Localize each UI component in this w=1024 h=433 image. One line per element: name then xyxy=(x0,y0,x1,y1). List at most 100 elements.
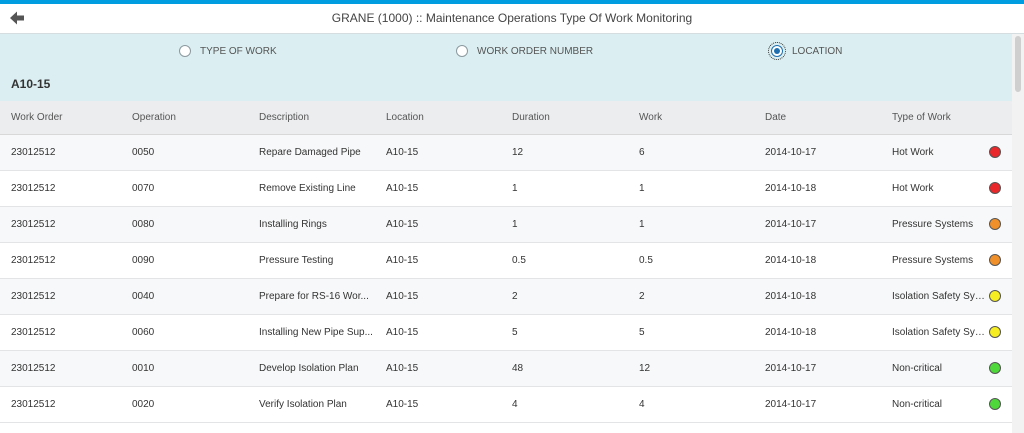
table-row[interactable]: 23012512 0070 Remove Existing Line A10-15 1 1… xyxy=(0,170,1012,207)
status-dot-icon xyxy=(989,146,1001,158)
type-of-work-label: Pressure Systems xyxy=(892,255,974,266)
cell-work-order: 23012512 xyxy=(0,134,121,171)
type-of-work-label: Hot Work xyxy=(892,147,934,158)
table-row[interactable]: 23012512 0050 Repare Damaged Pipe A10-15 12 6… xyxy=(0,134,1012,171)
status-dot-icon xyxy=(989,362,1001,374)
app-header: GRANE (1000) :: Maintenance Operations T… xyxy=(0,4,1024,34)
radio-work-order-number[interactable]: WORK ORDER NUMBER xyxy=(456,43,593,59)
status-dot-icon xyxy=(989,218,1001,230)
status-dot-icon xyxy=(989,326,1001,338)
cell-description: Verify Isolation Plan xyxy=(248,386,375,423)
column-header-duration[interactable]: Duration xyxy=(501,101,628,135)
column-header-description[interactable]: Description xyxy=(248,101,375,135)
cell-duration: 12 xyxy=(501,134,628,171)
cell-duration: 1 xyxy=(501,206,628,243)
type-of-work-label: Non-critical xyxy=(892,399,943,410)
column-header-operation[interactable]: Operation xyxy=(121,101,248,135)
cell-work: 6 xyxy=(628,134,754,171)
type-of-work-label: Isolation Safety Sys... xyxy=(892,291,988,302)
cell-operation: 0010 xyxy=(121,350,248,387)
radio-type-of-work[interactable]: TYPE OF WORK xyxy=(179,43,277,59)
cell-type-of-work: Hot Work xyxy=(881,170,1012,207)
status-dot-icon xyxy=(989,290,1001,302)
cell-work: 0.5 xyxy=(628,242,754,279)
cell-date: 2014-10-17 xyxy=(754,206,881,243)
radio-circle[interactable] xyxy=(456,45,468,57)
cell-description: Develop Isolation Plan xyxy=(248,350,375,387)
type-of-work-label: Pressure Systems xyxy=(892,219,974,230)
cell-type-of-work: Non-critical xyxy=(881,350,1012,387)
column-header-location[interactable]: Location xyxy=(375,101,501,135)
cell-location: A10-15 xyxy=(375,206,501,243)
type-of-work-label: Isolation Safety Sys... xyxy=(892,327,988,338)
cell-location: A10-15 xyxy=(375,242,501,279)
cell-description: Remove Existing Line xyxy=(248,170,375,207)
cell-work: 1 xyxy=(628,170,754,207)
cell-work: 4 xyxy=(628,386,754,423)
cell-duration: 1 xyxy=(501,170,628,207)
cell-duration: 2 xyxy=(501,278,628,315)
cell-operation: 0020 xyxy=(121,386,248,423)
cell-operation: 0040 xyxy=(121,278,248,315)
cell-description: Installing New Pipe Sup... xyxy=(248,314,375,351)
vertical-scrollbar[interactable] xyxy=(1012,34,1024,433)
table-row[interactable]: 23012512 0010 Develop Isolation Plan A10-15… xyxy=(0,350,1012,387)
radio-circle-selected[interactable] xyxy=(768,42,786,60)
status-dot-icon xyxy=(989,254,1001,266)
cell-work-order: 23012512 xyxy=(0,386,121,423)
cell-date: 2014-10-18 xyxy=(754,314,881,351)
cell-work: 5 xyxy=(628,314,754,351)
table-row[interactable]: 23012512 0020 Verify Isolation Plan A10-15 4… xyxy=(0,386,1012,423)
cell-date: 2014-10-17 xyxy=(754,386,881,423)
location-heading: A10-15 xyxy=(11,77,51,91)
cell-date: 2014-10-18 xyxy=(754,278,881,315)
cell-work: 1 xyxy=(628,206,754,243)
radio-label: TYPE OF WORK xyxy=(200,45,277,57)
cell-operation: 0090 xyxy=(121,242,248,279)
status-dot-icon xyxy=(989,182,1001,194)
cell-type-of-work: Pressure Systems xyxy=(881,206,1012,243)
cell-operation: 0050 xyxy=(121,134,248,171)
cell-location: A10-15 xyxy=(375,350,501,387)
cell-operation: 0070 xyxy=(121,170,248,207)
table-row[interactable]: 23012512 0060 Installing New Pipe Sup... A1… xyxy=(0,314,1012,351)
radio-location[interactable]: LOCATION xyxy=(768,42,843,60)
cell-operation: 0080 xyxy=(121,206,248,243)
cell-work-order: 23012512 xyxy=(0,278,121,315)
column-header-work-order[interactable]: Work Order xyxy=(0,101,121,135)
cell-location: A10-15 xyxy=(375,170,501,207)
cell-duration: 4 xyxy=(501,386,628,423)
radio-label: WORK ORDER NUMBER xyxy=(477,45,594,57)
cell-description: Repare Damaged Pipe xyxy=(248,134,375,171)
cell-description: Prepare for RS-16 Wor... xyxy=(248,278,375,315)
cell-work-order: 23012512 xyxy=(0,206,121,243)
column-header-type-of-work[interactable]: Type of Work xyxy=(881,101,1012,135)
cell-work-order: 23012512 xyxy=(0,350,121,387)
cell-duration: 48 xyxy=(501,350,628,387)
type-of-work-label: Non-critical xyxy=(892,363,943,374)
cell-work: 2 xyxy=(628,278,754,315)
table-row[interactable]: 23012512 0090 Pressure Testing A10-15 0.5 0.5… xyxy=(0,242,1012,279)
cell-work: 12 xyxy=(628,350,754,387)
table-header-row: Work Order Operation Description Locatio… xyxy=(0,101,1012,135)
cell-work-order: 23012512 xyxy=(0,170,121,207)
column-header-work[interactable]: Work xyxy=(628,101,754,135)
cell-location: A10-15 xyxy=(375,386,501,423)
cell-type-of-work: Isolation Safety Sys... xyxy=(881,314,1012,351)
scrollbar-thumb[interactable] xyxy=(1015,36,1021,92)
cell-date: 2014-10-17 xyxy=(754,134,881,171)
cell-duration: 5 xyxy=(501,314,628,351)
type-of-work-label: Hot Work xyxy=(892,183,934,194)
cell-date: 2014-10-17 xyxy=(754,350,881,387)
radio-circle[interactable] xyxy=(179,45,191,57)
radio-label: LOCATION xyxy=(792,45,843,57)
cell-location: A10-15 xyxy=(375,314,501,351)
cell-operation: 0060 xyxy=(121,314,248,351)
status-dot-icon xyxy=(989,398,1001,410)
table-row[interactable]: 23012512 0040 Prepare for RS-16 Wor... A10-… xyxy=(0,278,1012,315)
table-row[interactable]: 23012512 0080 Installing Rings A10-15 1 1 2014… xyxy=(0,206,1012,243)
cell-location: A10-15 xyxy=(375,134,501,171)
column-header-date[interactable]: Date xyxy=(754,101,881,135)
cell-type-of-work: Hot Work xyxy=(881,134,1012,171)
cell-type-of-work: Non-critical xyxy=(881,386,1012,423)
